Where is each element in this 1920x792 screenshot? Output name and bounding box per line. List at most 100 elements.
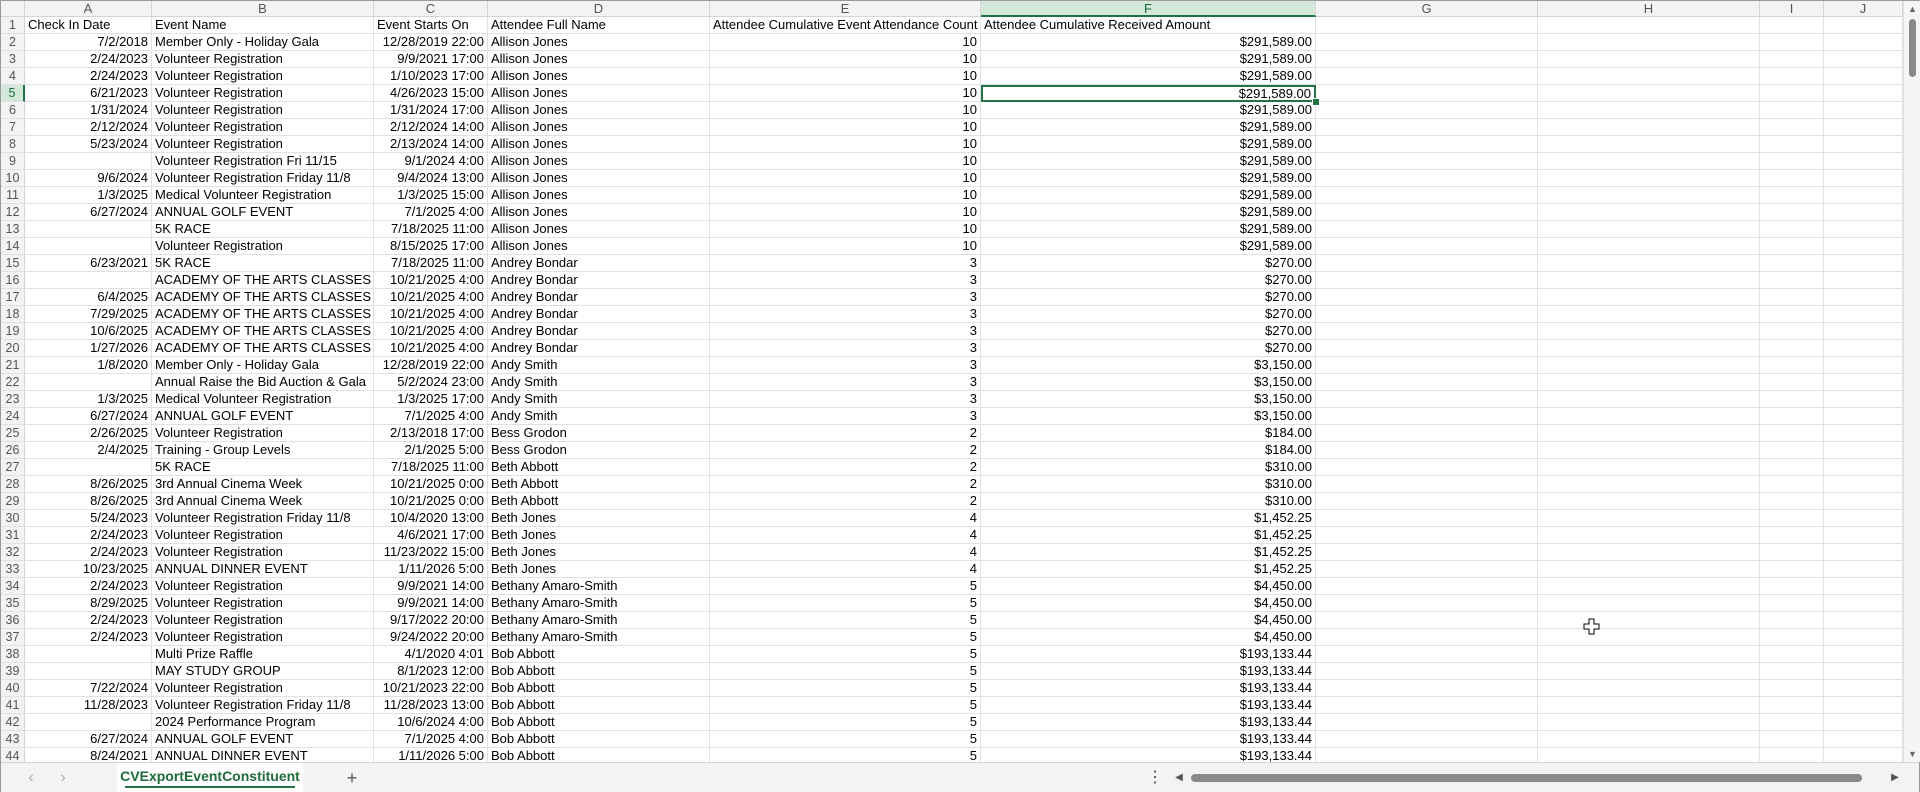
cell-d33[interactable]: Beth Jones [488, 561, 710, 578]
cell-c6[interactable]: 1/31/2024 17:00 [374, 102, 488, 119]
cell-b26[interactable]: Training - Group Levels [152, 442, 374, 459]
cell-f27[interactable]: $310.00 [981, 459, 1316, 476]
cell-e12[interactable]: 10 [710, 204, 981, 221]
cell-c10[interactable]: 9/4/2024 13:00 [374, 170, 488, 187]
cell-g4[interactable] [1316, 68, 1538, 85]
cell-d5[interactable]: Allison Jones [488, 85, 710, 102]
cell-j30[interactable] [1824, 510, 1903, 527]
row-header[interactable]: 41 [1, 697, 25, 714]
cell-h43[interactable] [1538, 731, 1760, 748]
cell-i18[interactable] [1760, 306, 1824, 323]
cell-j22[interactable] [1824, 374, 1903, 391]
cell-d15[interactable]: Andrey Bondar [488, 255, 710, 272]
cell-i39[interactable] [1760, 663, 1824, 680]
cell-g8[interactable] [1316, 136, 1538, 153]
cell-a6[interactable]: 1/31/2024 [25, 102, 152, 119]
cell-j43[interactable] [1824, 731, 1903, 748]
cell-a25[interactable]: 2/26/2025 [25, 425, 152, 442]
cell-c33[interactable]: 1/11/2026 5:00 [374, 561, 488, 578]
cell-j34[interactable] [1824, 578, 1903, 595]
row-header[interactable]: 25 [1, 425, 25, 442]
cell-h18[interactable] [1538, 306, 1760, 323]
cell-g25[interactable] [1316, 425, 1538, 442]
cell-c38[interactable]: 4/1/2020 4:01 [374, 646, 488, 663]
cell-c5[interactable]: 4/26/2023 15:00 [374, 85, 488, 102]
cell-a15[interactable]: 6/23/2021 [25, 255, 152, 272]
cell-f25[interactable]: $184.00 [981, 425, 1316, 442]
cell-f24[interactable]: $3,150.00 [981, 408, 1316, 425]
cell-d34[interactable]: Bethany Amaro-Smith [488, 578, 710, 595]
cell-c36[interactable]: 9/17/2022 20:00 [374, 612, 488, 629]
row-header[interactable]: 17 [1, 289, 25, 306]
row-header[interactable]: 16 [1, 272, 25, 289]
cell-e21[interactable]: 3 [710, 357, 981, 374]
cell-h36[interactable] [1538, 612, 1760, 629]
cell-e16[interactable]: 3 [710, 272, 981, 289]
sheet-tab[interactable]: CVExportEventConstituent [117, 763, 303, 792]
cell-d44[interactable]: Bob Abbott [488, 748, 710, 762]
cell-i4[interactable] [1760, 68, 1824, 85]
cell-g40[interactable] [1316, 680, 1538, 697]
row-header[interactable]: 9 [1, 153, 25, 170]
cell-c21[interactable]: 12/28/2019 22:00 [374, 357, 488, 374]
cell-e18[interactable]: 3 [710, 306, 981, 323]
cell-j2[interactable] [1824, 34, 1903, 51]
cell-d12[interactable]: Allison Jones [488, 204, 710, 221]
cell-c14[interactable]: 8/15/2025 17:00 [374, 238, 488, 255]
cell-b7[interactable]: Volunteer Registration [152, 119, 374, 136]
cell-j20[interactable] [1824, 340, 1903, 357]
row-header[interactable]: 14 [1, 238, 25, 255]
cell-i1[interactable] [1760, 17, 1824, 34]
cell-j31[interactable] [1824, 527, 1903, 544]
cell-j29[interactable] [1824, 493, 1903, 510]
cell-j44[interactable] [1824, 748, 1903, 762]
cell-i40[interactable] [1760, 680, 1824, 697]
cell-j5[interactable] [1824, 85, 1903, 102]
cell-d35[interactable]: Bethany Amaro-Smith [488, 595, 710, 612]
cell-j24[interactable] [1824, 408, 1903, 425]
cell-c42[interactable]: 10/6/2024 4:00 [374, 714, 488, 731]
cell-i35[interactable] [1760, 595, 1824, 612]
cell-a21[interactable]: 1/8/2020 [25, 357, 152, 374]
column-header-b[interactable]: B [152, 1, 374, 17]
cell-e35[interactable]: 5 [710, 595, 981, 612]
cell-b24[interactable]: ANNUAL GOLF EVENT [152, 408, 374, 425]
cell-h7[interactable] [1538, 119, 1760, 136]
cell-a10[interactable]: 9/6/2024 [25, 170, 152, 187]
cell-g19[interactable] [1316, 323, 1538, 340]
cell-f1[interactable]: Attendee Cumulative Received Amount [981, 17, 1316, 34]
cell-f5[interactable]: $291,589.00 [981, 85, 1316, 102]
column-header-e[interactable]: E [710, 1, 981, 17]
cell-f39[interactable]: $193,133.44 [981, 663, 1316, 680]
cell-c29[interactable]: 10/21/2025 0:00 [374, 493, 488, 510]
cell-h39[interactable] [1538, 663, 1760, 680]
cell-c15[interactable]: 7/18/2025 11:00 [374, 255, 488, 272]
cell-g43[interactable] [1316, 731, 1538, 748]
cell-i23[interactable] [1760, 391, 1824, 408]
cell-b17[interactable]: ACADEMY OF THE ARTS CLASSES [152, 289, 374, 306]
cell-i37[interactable] [1760, 629, 1824, 646]
cell-h30[interactable] [1538, 510, 1760, 527]
cell-g12[interactable] [1316, 204, 1538, 221]
cell-a4[interactable]: 2/24/2023 [25, 68, 152, 85]
cell-g44[interactable] [1316, 748, 1538, 762]
cell-f19[interactable]: $270.00 [981, 323, 1316, 340]
column-header-f[interactable]: F [981, 1, 1316, 17]
cell-h5[interactable] [1538, 85, 1760, 102]
horizontal-scroll-thumb[interactable] [1191, 774, 1862, 782]
cell-g23[interactable] [1316, 391, 1538, 408]
cell-d14[interactable]: Allison Jones [488, 238, 710, 255]
row-header[interactable]: 40 [1, 680, 25, 697]
row-header[interactable]: 32 [1, 544, 25, 561]
cell-b12[interactable]: ANNUAL GOLF EVENT [152, 204, 374, 221]
cell-c43[interactable]: 7/1/2025 4:00 [374, 731, 488, 748]
cell-g7[interactable] [1316, 119, 1538, 136]
cell-g29[interactable] [1316, 493, 1538, 510]
row-header[interactable]: 36 [1, 612, 25, 629]
cell-h19[interactable] [1538, 323, 1760, 340]
cell-i14[interactable] [1760, 238, 1824, 255]
cell-d3[interactable]: Allison Jones [488, 51, 710, 68]
cell-a14[interactable] [25, 238, 152, 255]
cell-b11[interactable]: Medical Volunteer Registration [152, 187, 374, 204]
cell-a37[interactable]: 2/24/2023 [25, 629, 152, 646]
